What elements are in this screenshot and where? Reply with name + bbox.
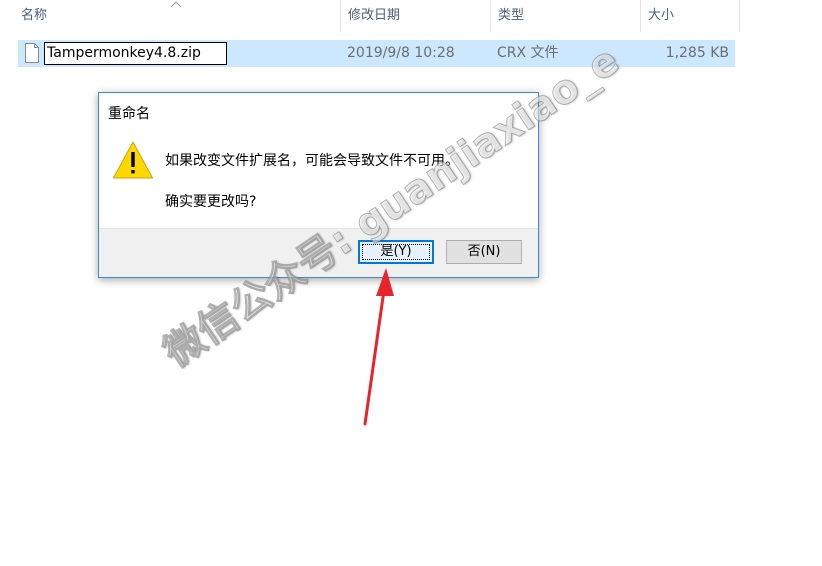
- column-header-size[interactable]: 大小: [640, 0, 740, 32]
- no-button-label: 否(N): [467, 244, 501, 259]
- warning-icon: [113, 141, 153, 179]
- explorer-window: 名称 修改日期 类型 大小 Tampermonkey4.8.zip 2019/9…: [0, 0, 822, 566]
- yes-button[interactable]: 是(Y): [358, 240, 434, 264]
- file-type: CRX 文件: [497, 45, 559, 61]
- annotation-arrow: [363, 268, 394, 426]
- file-row-selected[interactable]: Tampermonkey4.8.zip 2019/9/8 10:28 CRX 文…: [18, 40, 735, 67]
- rename-input[interactable]: Tampermonkey4.8.zip: [44, 42, 227, 65]
- file-modified: 2019/9/8 10:28: [347, 45, 455, 61]
- column-header-bar: 名称 修改日期 类型 大小: [0, 0, 740, 32]
- column-header-size-label: 大小: [648, 8, 675, 23]
- file-size: 1,285 KB: [665, 45, 729, 61]
- dialog-message-warning: 如果改变文件扩展名，可能会导致文件不可用。: [165, 153, 459, 169]
- column-header-name-label: 名称: [21, 8, 48, 23]
- column-header-modified-label: 修改日期: [348, 8, 401, 23]
- file-icon: [25, 43, 39, 63]
- no-button[interactable]: 否(N): [446, 240, 522, 264]
- column-header-type-label: 类型: [498, 8, 525, 23]
- dialog-title: 重命名: [108, 106, 150, 122]
- dialog-button-bar: 是(Y) 否(N): [99, 228, 538, 277]
- chevron-up-icon: [170, 1, 182, 8]
- column-header-type[interactable]: 类型: [490, 0, 640, 32]
- yes-button-label: 是(Y): [380, 244, 412, 259]
- dialog-message-confirm: 确实要更改吗?: [165, 194, 257, 210]
- rename-dialog: 重命名 如果改变文件扩展名，可能会导致文件不可用。 确实要更改吗? 是(Y) 否…: [98, 92, 539, 278]
- column-header-modified[interactable]: 修改日期: [340, 0, 490, 32]
